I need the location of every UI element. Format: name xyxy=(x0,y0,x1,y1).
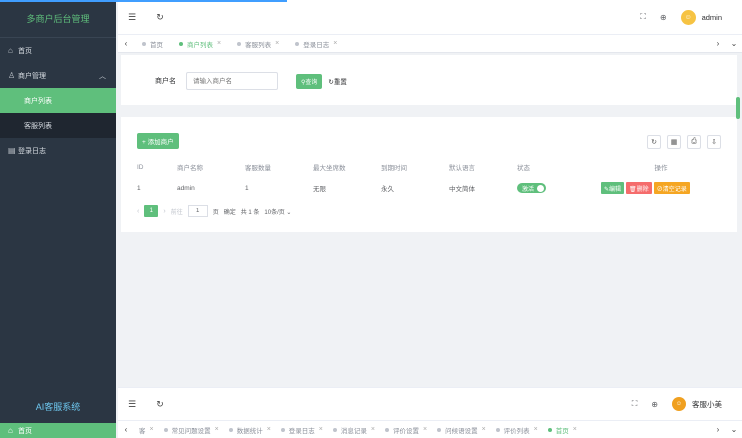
chevron-left-icon[interactable]: ‹ xyxy=(118,425,134,434)
fullscreen-icon[interactable]: ⛶ xyxy=(632,399,638,409)
tab-item[interactable]: 消息记录 × xyxy=(328,425,380,435)
tab-home-active[interactable]: 首页 × xyxy=(543,425,582,435)
prev-page-icon[interactable]: ‹ xyxy=(137,208,139,215)
tab-item[interactable]: 评价列表 × xyxy=(491,425,543,435)
tab-item[interactable]: 数据统计 × xyxy=(224,425,276,435)
delete-button[interactable]: 🗑删除 xyxy=(626,182,652,194)
user-menu[interactable]: ☺ admin xyxy=(680,9,722,25)
language-icon[interactable]: ⊕ xyxy=(660,13,667,22)
columns-icon[interactable]: ▦ xyxy=(667,135,681,149)
edit-button[interactable]: ✎编辑 xyxy=(601,182,625,194)
top-header: ☰ ↻ ⛶ ⊕ ☺ admin xyxy=(118,0,742,35)
sidebar-title: 多商户后台管理 xyxy=(0,0,116,38)
goto-page-input[interactable] xyxy=(187,205,208,217)
search-card: 商户名 ⚲查询 ↻重置 xyxy=(121,55,737,105)
clear-records-button[interactable]: ⊘清空记录 xyxy=(653,182,690,194)
tab-item[interactable]: 常见问题设置 × xyxy=(159,425,224,435)
sidebar-2-item-home[interactable]: ⌂ 首页 xyxy=(0,423,116,438)
merchant-name-input[interactable] xyxy=(186,72,278,90)
tab-bar: ‹ 首页 商户列表 × 客服列表 × 登录日志 × › ⌄ xyxy=(118,35,742,53)
scrollbar[interactable] xyxy=(736,97,740,119)
user-menu-2[interactable]: ☺ 客服小美 xyxy=(672,397,722,411)
tab-agent-list[interactable]: 客服列表 × xyxy=(229,39,287,49)
table-card: + 添加商户 ↻ ▦ ⎙ ⇩ ID 商户名称 客服数量 最大坐席数 到期时间 默… xyxy=(121,117,737,232)
menu-toggle-icon[interactable]: ☰ xyxy=(118,399,146,410)
tab-bar-2: ‹ 客 × 常见问题设置 × 数据统计 × 登录日志 × 消息记录 × 评价设置 × 问候语… xyxy=(118,421,742,438)
tab-merchant-list[interactable]: 商户列表 × xyxy=(171,39,229,49)
sidebar-item-label: 登录日志 xyxy=(18,147,46,155)
refresh-icon[interactable]: ↻ xyxy=(146,12,174,23)
sidebar-subitem-merchant-list[interactable]: 商户列表 xyxy=(0,88,116,113)
sidebar-item-merchant-management[interactable]: ♙ 商户管理 ︿ xyxy=(0,63,116,88)
chevron-right-icon[interactable]: › xyxy=(710,425,726,434)
language-icon[interactable]: ⊕ xyxy=(651,400,658,409)
menu-toggle-icon[interactable]: ☰ xyxy=(118,12,146,23)
refresh-icon[interactable]: ↻ xyxy=(146,399,174,410)
chevron-left-icon[interactable]: ‹ xyxy=(118,39,134,48)
print-icon[interactable]: ⎙ xyxy=(687,135,701,149)
chevron-down-icon[interactable]: ⌄ xyxy=(726,425,742,434)
avatar: ☺ xyxy=(680,9,696,25)
table-header: ID 商户名称 客服数量 最大坐席数 到期时间 默认语言 状态 操作 xyxy=(137,163,668,173)
export-icon[interactable]: ⇩ xyxy=(707,135,721,149)
current-page[interactable]: 1 xyxy=(144,205,159,217)
reset-button[interactable]: ↻重置 xyxy=(328,76,346,86)
chevron-up-icon: ︿ xyxy=(99,72,106,80)
close-icon[interactable]: × xyxy=(275,40,279,47)
search-label: 商户名 xyxy=(155,78,176,85)
tab-login-log[interactable]: 登录日志 × xyxy=(287,39,345,49)
tab-item[interactable]: 登录日志 × xyxy=(276,425,328,435)
close-icon[interactable]: × xyxy=(217,40,221,47)
tab-item[interactable]: 问候语设置 × xyxy=(432,425,491,435)
home-icon: ⌂ xyxy=(8,426,13,435)
add-merchant-button[interactable]: + 添加商户 xyxy=(137,133,179,149)
close-icon[interactable]: × xyxy=(333,40,337,47)
query-button[interactable]: ⚲查询 xyxy=(296,73,323,89)
sidebar: 多商户后台管理 ⌂ 首页 ♙ 商户管理 ︿ 商户列表 客服列表 ▤ 登录日志 xyxy=(0,0,116,387)
user-icon: ♙ xyxy=(8,71,16,80)
chevron-right-icon[interactable]: › xyxy=(710,39,726,48)
fullscreen-icon[interactable]: ⛶ xyxy=(640,12,646,22)
avatar: ☺ xyxy=(672,397,686,411)
plus-icon: + xyxy=(142,139,146,146)
sidebar-item-login-log[interactable]: ▤ 登录日志 xyxy=(0,138,116,163)
tab-item[interactable]: 客 × xyxy=(134,425,159,435)
table-row: 1 admin 1 无限 永久 中文简体 激活 ✎编辑 🗑删除 ⊘清空记录 xyxy=(137,180,721,196)
sidebar-item-label: 首页 xyxy=(18,47,32,55)
main-area: ☰ ↻ ⛶ ⊕ ☺ admin ‹ 首页 商户列表 × 客服列表 × 登录日志 × ›… xyxy=(118,0,742,387)
sidebar-2: AI客服系统 ⌂ 首页 xyxy=(0,387,116,438)
main-area-2: ☰ ↻ ⛶ ⊕ ☺ 客服小美 ‹ 客 × 常见问题设置 × 数据统计 × 登录日志 × … xyxy=(118,387,742,438)
tab-home[interactable]: 首页 xyxy=(134,39,171,49)
app-root: 多商户后台管理 ⌂ 首页 ♙ 商户管理 ︿ 商户列表 客服列表 ▤ 登录日志 ☰… xyxy=(0,0,742,438)
table-toolbar: ↻ ▦ ⎙ ⇩ xyxy=(647,135,721,149)
page-size-select[interactable]: 10条/页 ⌄ xyxy=(264,207,291,216)
pagination: ‹ 1 › 前往 页 确定 共 1 条 10条/页 ⌄ xyxy=(137,205,291,217)
top-header-2: ☰ ↻ ⛶ ⊕ ☺ 客服小美 xyxy=(118,387,742,421)
refresh-icon[interactable]: ↻ xyxy=(647,135,661,149)
next-page-icon[interactable]: › xyxy=(163,208,165,215)
tab-item[interactable]: 评价设置 × xyxy=(380,425,432,435)
chevron-down-icon[interactable]: ⌄ xyxy=(726,39,742,48)
status-toggle[interactable]: 激活 xyxy=(517,183,547,193)
loading-progress-bar xyxy=(0,0,287,2)
sidebar-item-home[interactable]: ⌂ 首页 xyxy=(0,38,116,63)
confirm-button[interactable]: 确定 xyxy=(224,207,236,216)
sidebar-item-label: 商户管理 xyxy=(18,72,46,80)
sidebar-2-title: AI客服系统 xyxy=(0,387,116,423)
calendar-icon: ▤ xyxy=(8,146,16,155)
sidebar-subitem-agent-list[interactable]: 客服列表 xyxy=(0,113,116,138)
username: admin xyxy=(701,12,722,22)
username-2: 客服小美 xyxy=(692,399,722,409)
total-count: 共 1 条 xyxy=(240,209,260,216)
home-icon: ⌂ xyxy=(8,46,13,55)
